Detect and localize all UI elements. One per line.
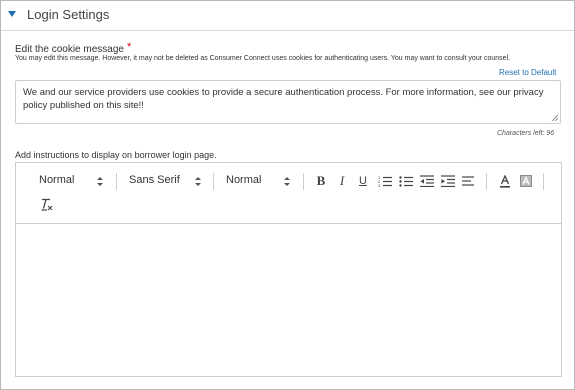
outdent-button[interactable] bbox=[419, 173, 435, 189]
ordered-list-button[interactable]: 1 2 3 bbox=[377, 173, 393, 189]
underline-icon: U bbox=[359, 175, 367, 187]
italic-button[interactable]: I bbox=[334, 173, 350, 189]
svg-text:3: 3 bbox=[378, 183, 381, 187]
characters-left-counter: Characters left: 96 bbox=[497, 130, 555, 137]
background-color-icon bbox=[520, 175, 532, 187]
bold-icon: B bbox=[316, 173, 326, 188]
size-select-value: Normal bbox=[226, 174, 262, 186]
align-left-icon bbox=[462, 176, 474, 186]
instructions-label: Add instructions to display on borrower … bbox=[15, 150, 217, 160]
required-marker: * bbox=[126, 41, 132, 53]
bullet-list-icon bbox=[399, 176, 413, 187]
cookie-message-hint: You may edit this message. However, it m… bbox=[15, 55, 511, 62]
text-color-icon bbox=[500, 174, 510, 188]
toolbar-divider bbox=[303, 173, 304, 190]
bold-button[interactable]: B bbox=[313, 173, 329, 189]
rich-text-editor: Normal Sans Serif Normal B I U 1 2 3 bbox=[15, 162, 562, 377]
caret-down-icon[interactable] bbox=[8, 11, 16, 17]
resize-grip-icon[interactable] bbox=[551, 114, 558, 121]
indent-button[interactable] bbox=[440, 173, 456, 189]
underline-button[interactable]: U bbox=[355, 173, 371, 189]
cookie-message-textarea[interactable]: We and our service providers use cookies… bbox=[15, 80, 561, 124]
toolbar-divider bbox=[543, 173, 544, 190]
outdent-icon bbox=[420, 175, 434, 187]
header-select-value: Normal bbox=[39, 174, 75, 186]
indent-icon bbox=[441, 175, 455, 187]
clear-formatting-button[interactable] bbox=[38, 196, 54, 212]
section-header[interactable]: Login Settings bbox=[1, 1, 574, 31]
font-select-value: Sans Serif bbox=[129, 174, 180, 186]
ordered-list-icon: 1 2 3 bbox=[378, 175, 392, 187]
toolbar-divider bbox=[116, 173, 117, 190]
section-title: Login Settings bbox=[27, 7, 110, 22]
header-select[interactable]: Normal bbox=[39, 174, 105, 190]
toolbar-divider bbox=[213, 173, 214, 190]
select-arrows-icon bbox=[284, 177, 290, 186]
clear-formatting-icon bbox=[41, 198, 52, 211]
cookie-message-text: We and our service providers use cookies… bbox=[23, 87, 544, 111]
font-select[interactable]: Sans Serif bbox=[129, 174, 203, 190]
select-arrows-icon bbox=[97, 177, 103, 186]
cookie-message-label: Edit the cookie message * bbox=[15, 41, 131, 55]
align-button[interactable] bbox=[460, 173, 476, 189]
size-select[interactable]: Normal bbox=[226, 174, 292, 190]
background-color-button[interactable] bbox=[518, 173, 534, 189]
editor-content-area[interactable] bbox=[16, 224, 561, 376]
login-settings-panel: Login Settings Edit the cookie message * … bbox=[0, 0, 575, 390]
bullet-list-button[interactable] bbox=[398, 173, 414, 189]
italic-icon: I bbox=[339, 173, 345, 188]
toolbar-divider bbox=[486, 173, 487, 190]
select-arrows-icon bbox=[195, 177, 201, 186]
cookie-message-label-text: Edit the cookie message bbox=[15, 44, 124, 55]
text-color-button[interactable] bbox=[497, 173, 513, 189]
editor-toolbar: Normal Sans Serif Normal B I U 1 2 3 bbox=[16, 163, 561, 224]
reset-to-default-link[interactable]: Reset to Default bbox=[499, 68, 556, 77]
